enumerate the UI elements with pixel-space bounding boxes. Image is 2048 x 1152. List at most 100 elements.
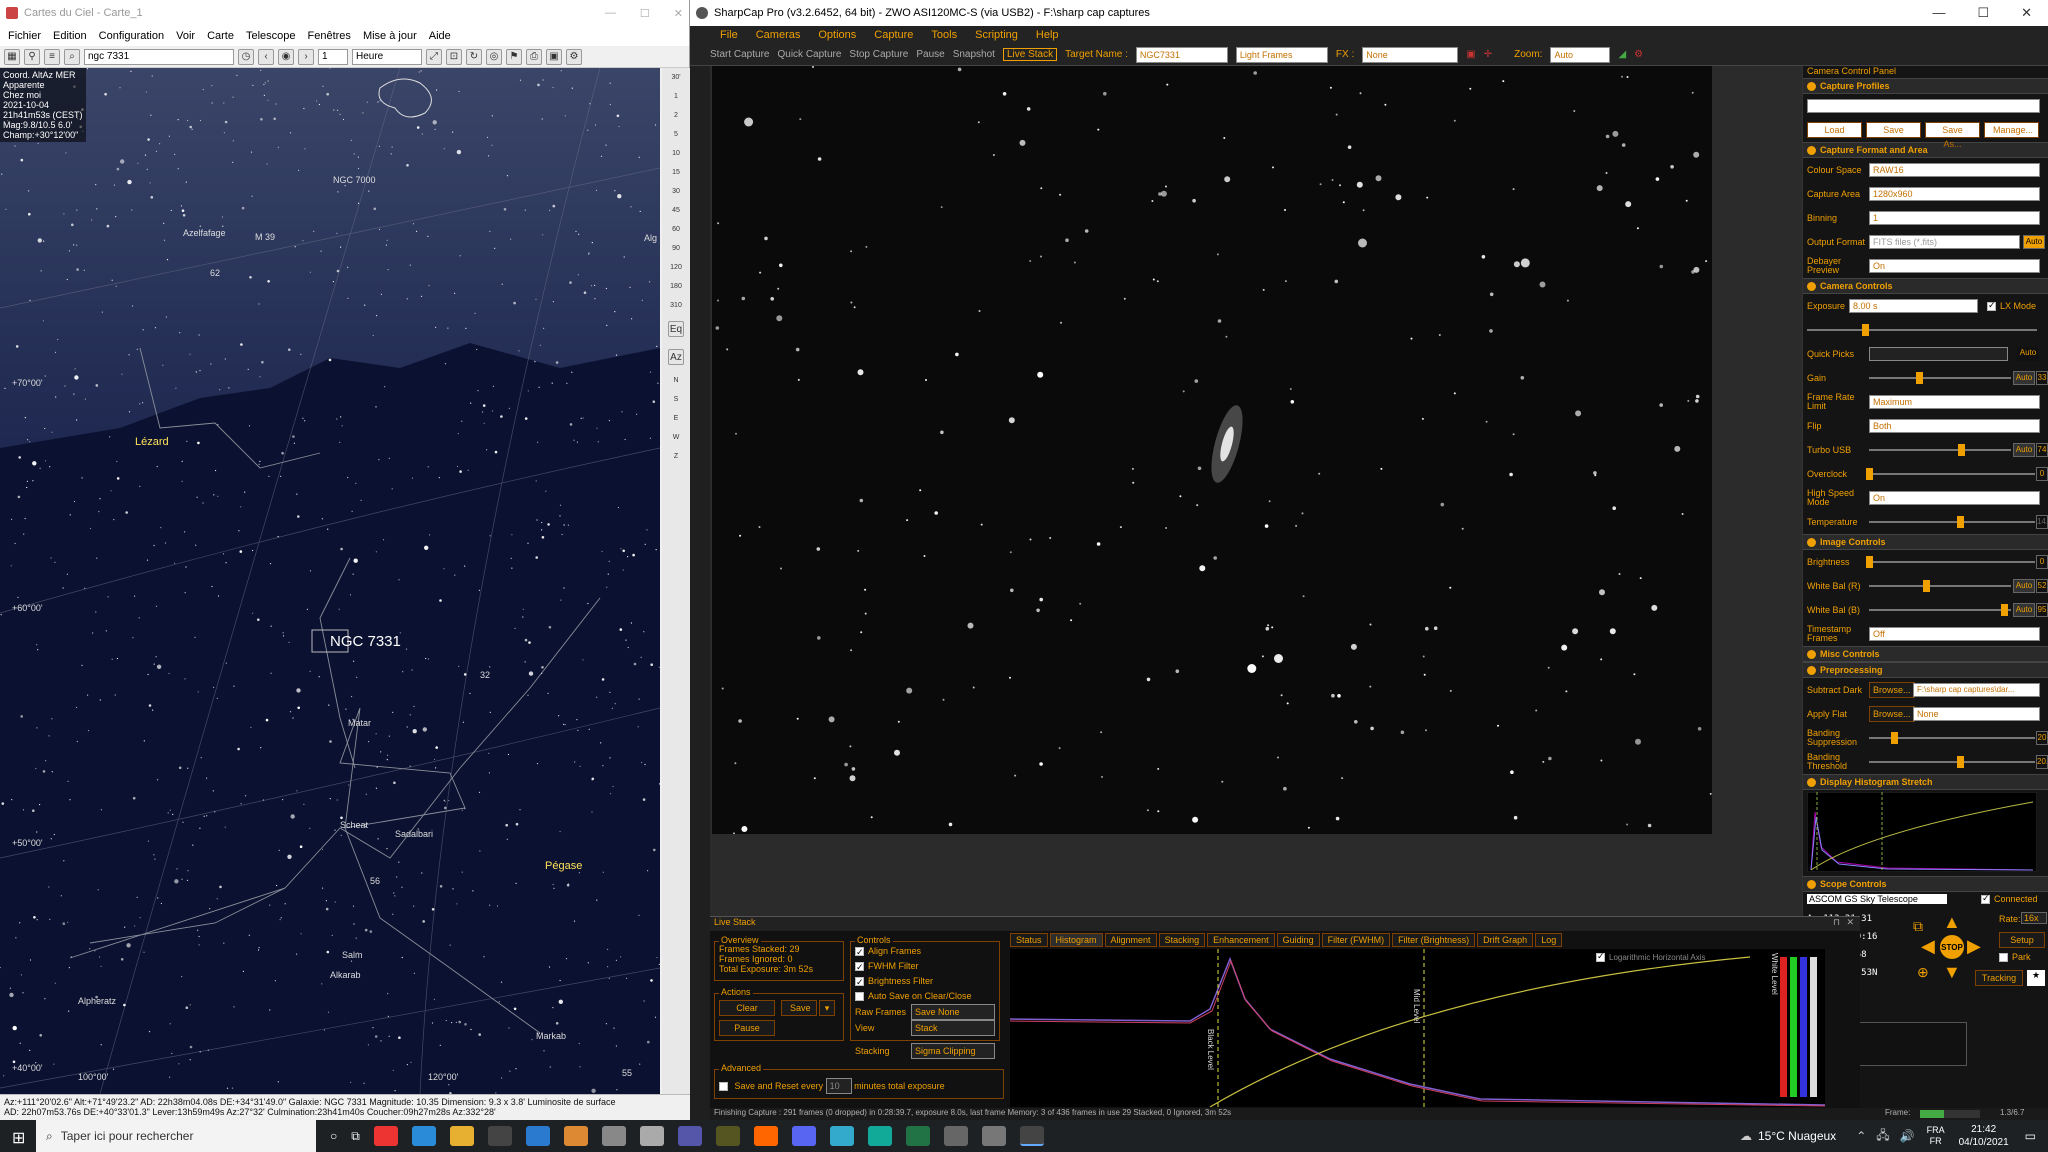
- banding-suppression-slider[interactable]: [1869, 732, 2035, 744]
- zoom-30m[interactable]: 30': [671, 74, 680, 81]
- label-sadalbari[interactable]: Sadalbari: [395, 829, 433, 839]
- high-speed-select[interactable]: On: [1869, 491, 2040, 505]
- now-icon[interactable]: ◉: [278, 48, 294, 65]
- label-alkarab[interactable]: Alkarab: [330, 970, 361, 980]
- wb-red-auto-button[interactable]: Auto: [2013, 579, 2035, 593]
- minimize-icon[interactable]: —: [1932, 5, 1945, 21]
- slider-knob[interactable]: [1866, 556, 1873, 568]
- arrow-right-icon[interactable]: ▶: [1967, 936, 1981, 957]
- slider-knob[interactable]: [1958, 444, 1966, 456]
- zoom-120[interactable]: 120: [670, 264, 682, 271]
- search-icon[interactable]: ⌕: [64, 48, 80, 65]
- frame-type-select[interactable]: Light Frames: [1235, 46, 1328, 63]
- turbo-value[interactable]: 74: [2036, 443, 2048, 457]
- image-controls-header[interactable]: Image Controls: [1803, 534, 2048, 550]
- profile-select[interactable]: [1807, 99, 2040, 113]
- label-ngc7000[interactable]: NGC 7000: [333, 175, 376, 185]
- dark-file-select[interactable]: F:\sharp cap captures\dar...: [1913, 683, 2040, 697]
- refresh-icon[interactable]: ↻: [466, 48, 482, 65]
- fwhm-filter-checkbox[interactable]: FWHM Filter: [855, 959, 995, 975]
- save-stack-button[interactable]: Save: [781, 1000, 817, 1016]
- label-salm[interactable]: Salm: [342, 950, 363, 960]
- save-reset-checkbox[interactable]: [719, 1082, 728, 1092]
- menu-tools[interactable]: Tools: [931, 29, 957, 41]
- label-scheat[interactable]: Scheat: [340, 820, 368, 830]
- setup-button[interactable]: Setup: [1999, 932, 2045, 948]
- exposure-input[interactable]: 8.00 s: [1849, 299, 1978, 313]
- satellite-icon[interactable]: [601, 1126, 626, 1146]
- tab-alignment[interactable]: Alignment: [1104, 933, 1157, 947]
- snapshot-button[interactable]: Snapshot: [953, 49, 995, 60]
- quick-picks-auto[interactable]: Auto: [2017, 347, 2039, 361]
- menu-options[interactable]: Options: [818, 29, 856, 41]
- check-icon[interactable]: [855, 960, 864, 975]
- tracking-button[interactable]: Tracking: [1975, 970, 2023, 986]
- wb-blue-slider[interactable]: [1869, 604, 2011, 616]
- cartes-du-ciel-taskbar-icon[interactable]: [981, 1126, 1006, 1146]
- auto-save-checkbox[interactable]: Auto Save on Clear/Close: [855, 989, 995, 1004]
- load-profile-button[interactable]: Load: [1807, 122, 1862, 138]
- minutes-input[interactable]: 10: [825, 1078, 852, 1094]
- check-icon[interactable]: [855, 945, 864, 960]
- menu-mise-a-jour[interactable]: Mise à jour: [363, 30, 417, 42]
- chrome-icon[interactable]: [373, 1126, 398, 1146]
- connected-checkbox[interactable]: Connected: [1981, 893, 2038, 905]
- histogram-graph[interactable]: [1009, 949, 1826, 1108]
- label-lezard[interactable]: Lézard: [135, 436, 169, 448]
- raw-frames-select[interactable]: Save None: [911, 1004, 995, 1020]
- calculator-icon[interactable]: [677, 1126, 702, 1146]
- pause-stack-button[interactable]: Pause: [719, 1020, 775, 1036]
- label-alg[interactable]: Alg: [644, 233, 657, 243]
- align-frames-checkbox[interactable]: Align Frames: [855, 944, 995, 960]
- save-options-chevron-icon[interactable]: ▾: [819, 1000, 835, 1016]
- gain-slider[interactable]: [1869, 372, 2011, 384]
- cortana-icon[interactable]: ○: [330, 1129, 337, 1143]
- collapse-icon[interactable]: [1807, 665, 1816, 675]
- store-icon[interactable]: [487, 1126, 512, 1146]
- save-as-profile-button[interactable]: Save As...: [1925, 122, 1980, 149]
- histogram-icon[interactable]: ◢: [1618, 49, 1626, 60]
- park-check-icon[interactable]: [1999, 953, 2008, 963]
- menu-edition[interactable]: Edition: [53, 30, 87, 42]
- camera-controls-header[interactable]: Camera Controls: [1803, 278, 2048, 294]
- orient-e[interactable]: E: [674, 415, 679, 422]
- wb-red-value[interactable]: 52: [2036, 579, 2048, 593]
- volume-icon[interactable]: 🔊: [1900, 1129, 1915, 1143]
- zoom-1[interactable]: 1: [674, 93, 678, 100]
- collapse-icon[interactable]: [1807, 537, 1816, 547]
- arrow-down-icon[interactable]: ▼: [1943, 962, 1961, 983]
- tab-drift-graph[interactable]: Drift Graph: [1477, 933, 1534, 947]
- banding-suppression-value[interactable]: 20: [2036, 731, 2048, 745]
- histogram-panel[interactable]: Logarithmic Horizontal Axis Black Level …: [1009, 949, 1826, 1108]
- slew-icon[interactable]: ⧉: [1913, 918, 1923, 935]
- turbo-slider[interactable]: [1869, 444, 2011, 456]
- language-indicator[interactable]: FRA FR: [1927, 1125, 1945, 1147]
- xbox-icon[interactable]: [867, 1126, 892, 1146]
- overclock-value[interactable]: 0: [2036, 467, 2048, 481]
- banding-threshold-slider[interactable]: [1869, 756, 2035, 768]
- orient-s[interactable]: S: [674, 396, 679, 403]
- scope-controls-header[interactable]: Scope Controls: [1803, 876, 2048, 892]
- menu-configuration[interactable]: Configuration: [99, 30, 164, 42]
- clock[interactable]: 21:42 04/10/2021: [1959, 1123, 2009, 1149]
- tab-enhancement[interactable]: Enhancement: [1207, 933, 1275, 947]
- wb-blue-auto-button[interactable]: Auto: [2013, 603, 2035, 617]
- close-live-stack-icon[interactable]: ✕: [1846, 917, 1854, 928]
- clock-icon[interactable]: ◷: [238, 48, 254, 65]
- slider-knob[interactable]: [1915, 372, 1923, 384]
- check-icon[interactable]: [1596, 951, 1605, 963]
- sky-map-canvas[interactable]: [0, 68, 660, 1094]
- zoom-310[interactable]: 310: [670, 302, 682, 309]
- tab-log[interactable]: Log: [1535, 933, 1563, 947]
- camera-image-view[interactable]: [712, 66, 1712, 834]
- histogram-stretch-header[interactable]: Display Histogram Stretch: [1803, 774, 2048, 790]
- collapse-icon[interactable]: [1807, 281, 1816, 291]
- save-map-icon[interactable]: ▣: [546, 48, 562, 65]
- quick-capture-button[interactable]: Quick Capture: [777, 49, 841, 60]
- zoom-30[interactable]: 30: [672, 188, 680, 195]
- gain-value[interactable]: 33: [2036, 371, 2048, 385]
- tool-icon[interactable]: [639, 1126, 664, 1146]
- flip-select[interactable]: Both: [1869, 419, 2040, 433]
- log-axis-checkbox[interactable]: Logarithmic Horizontal Axis: [1596, 951, 1705, 963]
- gain-auto-button[interactable]: Auto: [2013, 371, 2035, 385]
